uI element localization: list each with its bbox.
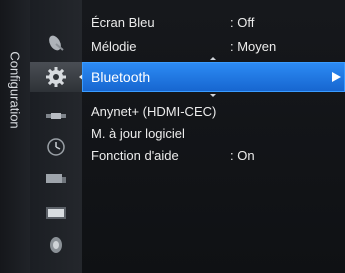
- menu-item-value: : Off: [230, 14, 255, 30]
- satellite-dish-icon[interactable]: [30, 28, 82, 58]
- menu-item-bluetooth[interactable]: Bluetooth: [82, 62, 345, 92]
- menu-item-value: : On: [230, 147, 255, 163]
- clock-icon[interactable]: [30, 132, 82, 162]
- menu-item-ecran-bleu[interactable]: Écran Bleu : Off: [82, 10, 345, 34]
- menu-item-anynet[interactable]: Anynet+ (HDMI-CEC): [82, 99, 345, 123]
- icon-column: [30, 0, 82, 273]
- scroll-down-icon[interactable]: [210, 94, 216, 97]
- menu-item-melodie[interactable]: Mélodie : Moyen: [82, 34, 345, 58]
- category-label: Configuration: [7, 51, 23, 129]
- menu-item-value: : Moyen: [230, 38, 277, 54]
- menu-item-label: Fonction d'aide: [91, 147, 179, 163]
- category-tab: Configuration: [0, 0, 30, 273]
- menu-item-label: Anynet+ (HDMI-CEC): [91, 103, 217, 119]
- submenu-arrow-icon[interactable]: [332, 72, 341, 82]
- menu-item-label: Bluetooth: [91, 69, 151, 85]
- satellite-input-icon[interactable]: [30, 101, 82, 131]
- sound-speaker-icon[interactable]: [30, 230, 82, 260]
- settings-gear-icon[interactable]: [30, 62, 82, 92]
- menu-item-label: M. à jour logiciel: [91, 125, 185, 141]
- tv-menu-window: Configuration Écran Bleu: Off Mélodie:…: [0, 0, 345, 273]
- menu-item-label: Écran Bleu: [91, 14, 155, 30]
- menu-item-fonction-aide[interactable]: Fonction d'aide : On: [82, 143, 345, 167]
- scroll-up-icon[interactable]: [210, 57, 216, 60]
- menu-item-label: Mélodie: [91, 38, 137, 54]
- picture-icon[interactable]: [30, 198, 82, 228]
- connection-box-icon[interactable]: [30, 164, 82, 194]
- menu-item-mise-a-jour[interactable]: M. à jour logiciel: [82, 121, 345, 145]
